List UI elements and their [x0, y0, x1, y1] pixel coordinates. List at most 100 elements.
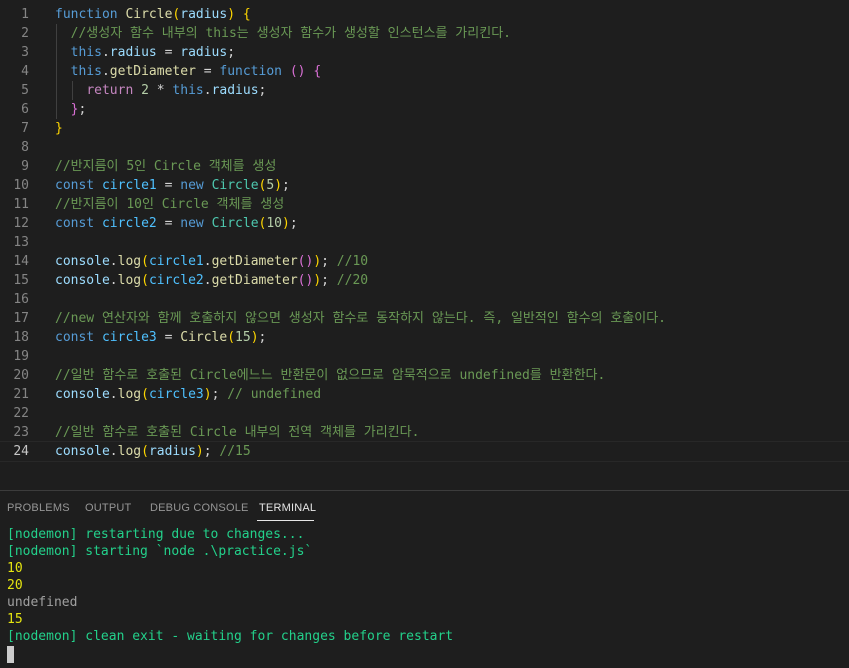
code-token: circle2: [148, 273, 204, 288]
code-token: Circle: [211, 216, 259, 231]
line-number: 8: [21, 140, 29, 155]
code-token: circle2: [101, 216, 157, 231]
code-token: ): [195, 444, 204, 459]
bottom-panel: PROBLEMS OUTPUT DEBUG CONSOLE TERMINAL […: [0, 490, 849, 668]
code-token: //new 연산자와 함께 호출하지 않으면 생성자 함수로 동작하지 않는다.…: [55, 311, 667, 326]
code-token: log: [117, 254, 142, 269]
tab-problems[interactable]: PROBLEMS: [7, 502, 70, 514]
code-token: =: [156, 330, 181, 345]
code-line[interactable]: 22: [0, 404, 849, 423]
code-line[interactable]: 4 this.getDiameter = function () {: [0, 62, 849, 81]
code-token: ): [313, 254, 322, 269]
code-text: const circle1 = new Circle(5);: [55, 176, 290, 195]
code-token: .: [109, 387, 118, 402]
code-text: console.log(circle1.getDiameter()); //10: [55, 252, 368, 271]
code-token: //생성자 함수 내부의 this는 생성자 함수가 생성할 인스턴스를 가리킨…: [70, 26, 511, 41]
terminal-output[interactable]: [nodemon] restarting due to changes... [n…: [7, 526, 847, 645]
code-text: this.getDiameter = function () {: [55, 62, 321, 81]
code-token: .: [109, 444, 118, 459]
line-number: 15: [13, 273, 29, 288]
code-token: .: [109, 254, 118, 269]
tab-output[interactable]: OUTPUT: [85, 502, 131, 514]
code-token: // undefined: [227, 387, 322, 402]
code-token: }: [55, 121, 63, 136]
code-line[interactable]: 19: [0, 347, 849, 366]
code-token: function: [55, 7, 126, 22]
code-token: ): [203, 387, 212, 402]
code-line[interactable]: 14 console.log(circle1.getDiameter()); //…: [0, 252, 849, 271]
code-line[interactable]: 11 //반지름이 10인 Circle 객체를 생성: [0, 195, 849, 214]
code-line[interactable]: 15 console.log(circle2.getDiameter()); //…: [0, 271, 849, 290]
code-token: const: [55, 216, 102, 231]
code-token: circle3: [101, 330, 157, 345]
line-number: 24: [13, 444, 29, 459]
code-token: circle1: [148, 254, 204, 269]
code-token: .: [203, 83, 212, 98]
code-token: //일반 함수로 호출된 Circle 내부의 전역 객체를 가리킨다.: [55, 425, 420, 440]
line-number: 20: [13, 368, 29, 383]
code-token: ): [227, 7, 236, 22]
code-token: =: [195, 64, 220, 79]
line-number: 7: [21, 121, 29, 136]
code-line[interactable]: 12 const circle2 = new Circle(10);: [0, 214, 849, 233]
code-token: this: [70, 64, 102, 79]
code-text: function Circle(radius) {: [55, 5, 251, 24]
code-token: //15: [219, 444, 251, 459]
code-token: getDiameter: [211, 273, 298, 288]
code-token: //반지름이 10인 Circle 객체를 생성: [55, 197, 285, 212]
line-number: 19: [13, 349, 29, 364]
code-token: ): [282, 216, 290, 231]
code-line[interactable]: 8: [0, 138, 849, 157]
code-line[interactable]: 10 const circle1 = new Circle(5);: [0, 176, 849, 195]
panel-tab-bar: PROBLEMS OUTPUT DEBUG CONSOLE TERMINAL: [0, 491, 849, 525]
code-token: =: [156, 45, 181, 60]
code-token: .: [203, 254, 212, 269]
code-token: console: [55, 444, 110, 459]
code-text: return 2 * this.radius;: [55, 81, 266, 100]
code-line[interactable]: 21 console.log(circle3); // undefined: [0, 385, 849, 404]
code-line[interactable]: 5 return 2 * this.radius;: [0, 81, 849, 100]
code-line[interactable]: 18 const circle3 = Circle(15);: [0, 328, 849, 347]
code-line[interactable]: 3 this.radius = radius;: [0, 43, 849, 62]
code-token: ): [313, 273, 322, 288]
code-token: (: [141, 254, 149, 269]
terminal-line: [nodemon] restarting due to changes...: [7, 527, 305, 542]
code-text: const circle2 = new Circle(10);: [55, 214, 298, 233]
code-line[interactable]: 16: [0, 290, 849, 309]
terminal-line: 15: [7, 612, 23, 627]
code-editor[interactable]: 1 function Circle(radius) {2 //생성자 함수 내부의…: [0, 0, 849, 472]
code-token: this: [172, 83, 204, 98]
code-line[interactable]: 7}: [0, 119, 849, 138]
code-line[interactable]: 23 //일반 함수로 호출된 Circle 내부의 전역 객체를 가리킨다.: [0, 423, 849, 442]
line-number: 16: [13, 292, 29, 307]
code-line[interactable]: 2 //생성자 함수 내부의 this는 생성자 함수가 생성할 인스턴스를 가…: [0, 24, 849, 43]
code-line[interactable]: 9 //반지름이 5인 Circle 객체를 생성: [0, 157, 849, 176]
code-line[interactable]: 20 //일반 함수로 호출된 Circle에느느 반환문이 없으므로 암묵적으로…: [0, 366, 849, 385]
code-token: *: [148, 83, 173, 98]
code-text: //생성자 함수 내부의 this는 생성자 함수가 생성할 인스턴스를 가리킨…: [55, 24, 511, 43]
line-number: 14: [13, 254, 29, 269]
code-text: const circle3 = Circle(15);: [55, 328, 266, 347]
code-token: ;: [211, 387, 228, 402]
code-line[interactable]: 13: [0, 233, 849, 252]
code-line[interactable]: 1 function Circle(radius) {: [0, 5, 849, 24]
code-token: ;: [282, 178, 290, 193]
code-token: this: [70, 45, 102, 60]
code-token: function: [219, 64, 282, 79]
line-number: 18: [13, 330, 29, 345]
line-number: 3: [21, 45, 29, 60]
code-token: ;: [227, 45, 236, 60]
code-line[interactable]: 24 console.log(radius); //15: [0, 441, 849, 462]
code-line[interactable]: 6 };: [0, 100, 849, 119]
code-token: circle1: [101, 178, 157, 193]
tab-terminal[interactable]: TERMINAL: [259, 502, 316, 514]
tab-debug-console[interactable]: DEBUG CONSOLE: [150, 502, 249, 514]
code-token: (: [141, 444, 149, 459]
code-token: .: [101, 64, 110, 79]
code-line[interactable]: 17 //new 연산자와 함께 호출하지 않으면 생성자 함수로 동작하지 않는…: [0, 309, 849, 328]
code-token: const: [55, 178, 102, 193]
code-token: .: [203, 273, 212, 288]
